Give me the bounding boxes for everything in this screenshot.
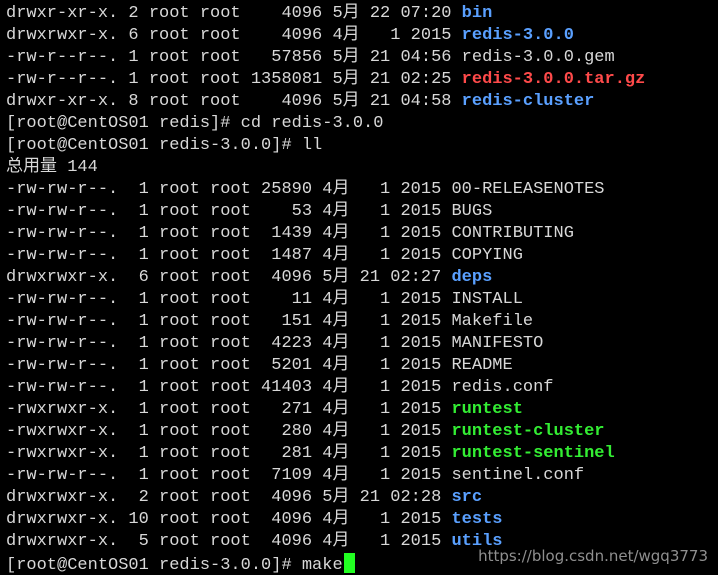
- listing-row-meta: -rw-rw-r--. 1 root root 41403 4月 1 2015: [6, 378, 452, 397]
- listing-row-meta: drwxrwxr-x. 2 root root 4096 5月 21 02:28: [6, 488, 452, 507]
- listing-row: -rwxrwxr-x. 1 root root 271 4月 1 2015 ru…: [6, 399, 718, 421]
- listing-row-meta: -rwxrwxr-x. 1 root root 271 4月 1 2015: [6, 400, 452, 419]
- text-cursor: [343, 553, 355, 573]
- file-name: runtest-cluster: [451, 422, 605, 441]
- terminal-window[interactable]: drwxr-xr-x. 2 root root 4096 5月 22 07:20…: [0, 0, 718, 575]
- listing-row: -rw-r--r--. 1 root root 57856 5月 21 04:5…: [6, 47, 718, 69]
- listing-row-meta: -rwxrwxr-x. 1 root root 280 4月 1 2015: [6, 422, 452, 441]
- listing-row: drwxrwxr-x. 2 root root 4096 5月 21 02:28…: [6, 487, 718, 509]
- file-name: runtest: [451, 400, 523, 419]
- prompt-text: [root@CentOS01 redis-3.0.0]#: [6, 556, 302, 575]
- listing-row-meta: -rw-rw-r--. 1 root root 25890 4月 1 2015: [6, 180, 452, 199]
- listing-row: drwxr-xr-x. 2 root root 4096 5月 22 07:20…: [6, 3, 718, 25]
- command-line-ll: [root@CentOS01 redis-3.0.0]# ll: [6, 136, 323, 155]
- listing-row: -rw-rw-r--. 1 root root 53 4月 1 2015 BUG…: [6, 201, 718, 223]
- typed-command: make: [301, 556, 343, 575]
- listing-row-meta: -rwxrwxr-x. 1 root root 281 4月 1 2015: [6, 444, 452, 463]
- file-name: CONTRIBUTING: [451, 224, 574, 243]
- listing-block-main: -rw-rw-r--. 1 root root 25890 4月 1 2015 …: [6, 179, 718, 553]
- file-name: redis.conf: [451, 378, 554, 397]
- file-name: COPYING: [451, 246, 523, 265]
- file-name: redis-3.0.0.tar.gz: [461, 70, 646, 89]
- file-name: deps: [451, 268, 493, 287]
- file-name: README: [451, 356, 513, 375]
- listing-row-meta: -rw-rw-r--. 1 root root 7109 4月 1 2015: [6, 466, 452, 485]
- listing-row-meta: -rw-rw-r--. 1 root root 53 4月 1 2015: [6, 202, 452, 221]
- file-name: INSTALL: [451, 290, 523, 309]
- listing-row: -rw-rw-r--. 1 root root 1487 4月 1 2015 C…: [6, 245, 718, 267]
- file-name: BUGS: [451, 202, 493, 221]
- listing-row-meta: -rw-rw-r--. 1 root root 1439 4月 1 2015: [6, 224, 452, 243]
- listing-row-meta: drwxrwxr-x. 6 root root 4096 5月 21 02:27: [6, 268, 452, 287]
- file-name: tests: [451, 510, 503, 529]
- file-name: redis-cluster: [461, 92, 595, 111]
- file-name: sentinel.conf: [451, 466, 585, 485]
- listing-row: -rw-r--r--. 1 root root 1358081 5月 21 02…: [6, 69, 718, 91]
- listing-row: -rwxrwxr-x. 1 root root 281 4月 1 2015 ru…: [6, 443, 718, 465]
- file-name: Makefile: [451, 312, 534, 331]
- listing-row-meta: -rw-r--r--. 1 root root 57856 5月 21 04:5…: [6, 48, 462, 67]
- watermark-text: https://blog.csdn.net/wgq3773: [478, 547, 708, 565]
- total-line: 总用量 144: [6, 158, 98, 177]
- listing-row-meta: drwxr-xr-x. 8 root root 4096 5月 21 04:58: [6, 92, 462, 111]
- listing-row: -rw-rw-r--. 1 root root 11 4月 1 2015 INS…: [6, 289, 718, 311]
- listing-row: drwxrwxr-x. 6 root root 4096 4月 1 2015 r…: [6, 25, 718, 47]
- listing-row-meta: -rw-rw-r--. 1 root root 5201 4月 1 2015: [6, 356, 452, 375]
- listing-row-meta: -rw-rw-r--. 1 root root 151 4月 1 2015: [6, 312, 452, 331]
- listing-row: -rw-rw-r--. 1 root root 4223 4月 1 2015 M…: [6, 333, 718, 355]
- file-name: redis-3.0.0: [461, 26, 574, 45]
- listing-row: drwxrwxr-x. 10 root root 4096 4月 1 2015 …: [6, 509, 718, 531]
- listing-row: -rw-rw-r--. 1 root root 25890 4月 1 2015 …: [6, 179, 718, 201]
- file-name: runtest-sentinel: [451, 444, 615, 463]
- listing-row-meta: -rw-r--r--. 1 root root 1358081 5月 21 02…: [6, 70, 462, 89]
- listing-row: drwxr-xr-x. 8 root root 4096 5月 21 04:58…: [6, 91, 718, 113]
- listing-row-meta: drwxrwxr-x. 10 root root 4096 4月 1 2015: [6, 510, 452, 529]
- file-name: bin: [461, 4, 493, 23]
- listing-block-top: drwxr-xr-x. 2 root root 4096 5月 22 07:20…: [6, 3, 718, 113]
- listing-row-meta: drwxrwxr-x. 6 root root 4096 4月 1 2015: [6, 26, 462, 45]
- listing-row: -rw-rw-r--. 1 root root 1439 4月 1 2015 C…: [6, 223, 718, 245]
- listing-row: drwxrwxr-x. 6 root root 4096 5月 21 02:27…: [6, 267, 718, 289]
- listing-row-meta: drwxrwxr-x. 5 root root 4096 4月 1 2015: [6, 532, 452, 551]
- file-name: redis-3.0.0.gem: [461, 48, 615, 67]
- listing-row-meta: -rw-rw-r--. 1 root root 1487 4月 1 2015: [6, 246, 452, 265]
- listing-row: -rw-rw-r--. 1 root root 5201 4月 1 2015 R…: [6, 355, 718, 377]
- listing-row-meta: -rw-rw-r--. 1 root root 4223 4月 1 2015: [6, 334, 452, 353]
- listing-row-meta: -rw-rw-r--. 1 root root 11 4月 1 2015: [6, 290, 452, 309]
- file-name: src: [451, 488, 483, 507]
- listing-row-meta: drwxr-xr-x. 2 root root 4096 5月 22 07:20: [6, 4, 462, 23]
- file-name: MANIFESTO: [451, 334, 544, 353]
- listing-row: -rw-rw-r--. 1 root root 7109 4月 1 2015 s…: [6, 465, 718, 487]
- listing-row: -rwxrwxr-x. 1 root root 280 4月 1 2015 ru…: [6, 421, 718, 443]
- listing-row: -rw-rw-r--. 1 root root 41403 4月 1 2015 …: [6, 377, 718, 399]
- file-name: 00-RELEASENOTES: [451, 180, 605, 199]
- listing-row: -rw-rw-r--. 1 root root 151 4月 1 2015 Ma…: [6, 311, 718, 333]
- command-line-cd: [root@CentOS01 redis]# cd redis-3.0.0: [6, 114, 384, 133]
